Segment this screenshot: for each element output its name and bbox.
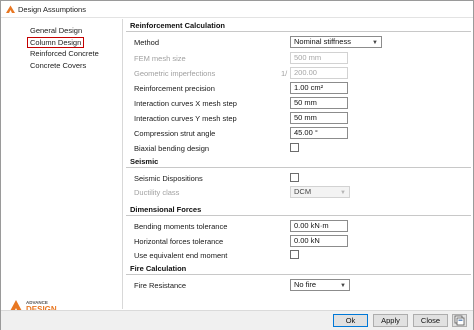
chevron-down-icon: ▼ <box>340 190 346 196</box>
geometric-imperfections-label: Geometric imperfections <box>134 69 216 78</box>
seismic-dispositions-checkbox[interactable] <box>290 173 299 182</box>
chevron-down-icon: ▼ <box>340 283 346 289</box>
sidebar-item-concrete-covers[interactable]: Concrete Covers <box>28 61 88 72</box>
bending-moments-tolerance-label: Bending moments tolerance <box>134 222 228 231</box>
fem-mesh-label: FEM mesh size <box>134 54 186 63</box>
advance-design-app-icon <box>6 5 15 13</box>
interaction-curves-x-label: Interaction curves X mesh step <box>134 99 237 108</box>
section-title-reinforcement: Reinforcement Calculation <box>130 21 226 30</box>
method-select[interactable]: Nominal stiffness ▼ <box>290 36 382 48</box>
section-divider <box>126 167 471 168</box>
interaction-curves-y-field[interactable]: 50 mm <box>290 112 348 124</box>
interaction-curves-x-field[interactable]: 50 mm <box>290 97 348 109</box>
method-select-value: Nominal stiffness <box>294 37 351 46</box>
fem-mesh-field: 500 mm <box>290 52 348 64</box>
close-button[interactable]: Close <box>413 314 448 327</box>
section-title-seismic: Seismic <box>130 157 159 166</box>
ok-button[interactable]: Ok <box>333 314 368 327</box>
section-divider <box>126 215 471 216</box>
ductility-class-label: Ductility class <box>134 188 180 197</box>
seismic-dispositions-label: Seismic Dispositions <box>134 174 203 183</box>
sidebar-item-general-design[interactable]: General Design <box>28 26 84 37</box>
equivalent-end-moment-label: Use equivalent end moment <box>134 251 228 260</box>
main-panel: Reinforcement Calculation Method Nominal… <box>124 19 473 309</box>
save-defaults-icon <box>454 315 465 326</box>
bending-moments-tolerance-field[interactable]: 0.00 kN·m <box>290 220 348 232</box>
method-label: Method <box>134 38 160 47</box>
horizontal-forces-tolerance-field[interactable]: 0.00 kN <box>290 235 348 247</box>
fire-resistance-value: No fire <box>294 280 317 289</box>
ductility-class-value: DCM <box>294 187 312 196</box>
dialog-footer: Ok Apply Close <box>1 310 473 330</box>
window-title: Design Assumptions <box>18 5 86 14</box>
section-title-dimensional-forces: Dimensional Forces <box>130 205 202 214</box>
ductility-class-select: DCM ▼ <box>290 186 350 198</box>
chevron-down-icon: ▼ <box>372 40 378 46</box>
fire-resistance-select[interactable]: No fire ▼ <box>290 279 350 291</box>
reinforcement-precision-label: Reinforcement precision <box>134 84 215 93</box>
section-divider <box>126 31 471 32</box>
fire-resistance-label: Fire Resistance <box>134 281 187 290</box>
horizontal-forces-tolerance-label: Horizontal forces tolerance <box>134 237 224 246</box>
compression-strut-angle-field[interactable]: 45.00 ° <box>290 127 348 139</box>
title-bar: Design Assumptions <box>1 1 473 18</box>
section-divider <box>126 274 471 275</box>
design-assumptions-window: Design Assumptions General Design Column… <box>0 0 474 330</box>
biaxial-bending-checkbox[interactable] <box>290 143 299 152</box>
biaxial-bending-label: Biaxial bending design <box>134 144 210 153</box>
compression-strut-angle-label: Compression strut angle <box>134 129 216 138</box>
section-title-fire-calculation: Fire Calculation <box>130 264 187 273</box>
interaction-curves-y-label: Interaction curves Y mesh step <box>134 114 237 123</box>
geometric-imperfections-field: 200.00 <box>290 67 348 79</box>
save-defaults-button[interactable] <box>452 314 467 327</box>
sidebar-item-reinforced-concrete[interactable]: Reinforced Concrete <box>28 49 101 60</box>
sidebar-item-column-design[interactable]: Column Design <box>27 37 85 48</box>
reinforcement-precision-field[interactable]: 1.00 cm² <box>290 82 348 94</box>
geometric-imperfections-prefix: 1/ <box>281 69 288 78</box>
sidebar: General Design Column Design Reinforced … <box>1 19 123 309</box>
equivalent-end-moment-checkbox[interactable] <box>290 250 299 259</box>
apply-button[interactable]: Apply <box>373 314 408 327</box>
